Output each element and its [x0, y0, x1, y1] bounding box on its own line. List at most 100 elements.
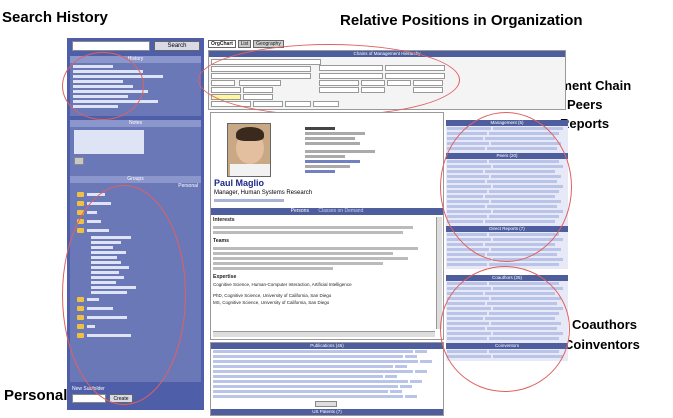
org-node[interactable]	[313, 101, 339, 107]
peer-row[interactable]	[447, 170, 567, 174]
report-row[interactable]	[447, 253, 567, 257]
coauthor-row[interactable]	[447, 337, 567, 341]
report-row[interactable]	[447, 258, 567, 262]
org-node[interactable]	[385, 65, 445, 71]
peer-row[interactable]	[447, 165, 567, 169]
group-folder[interactable]	[74, 208, 201, 217]
org-node[interactable]	[211, 80, 235, 86]
org-node[interactable]	[211, 101, 251, 107]
create-button[interactable]: Create	[109, 394, 133, 403]
org-node[interactable]	[387, 80, 411, 86]
publication-row[interactable]	[213, 385, 441, 389]
notes-textarea[interactable]	[74, 130, 144, 154]
coinventor-row[interactable]	[447, 355, 567, 359]
report-row[interactable]	[447, 233, 567, 237]
new-subfolder-input[interactable]	[72, 394, 106, 403]
report-row[interactable]	[447, 243, 567, 247]
peer-row[interactable]	[447, 160, 567, 164]
coauthor-row[interactable]	[447, 297, 567, 301]
org-node[interactable]	[413, 87, 443, 93]
publication-row[interactable]	[213, 350, 441, 354]
publication-row[interactable]	[213, 380, 441, 384]
coauthor-row[interactable]	[447, 327, 567, 331]
tab-geography[interactable]: Geography	[253, 40, 284, 48]
org-node[interactable]	[211, 73, 311, 79]
coauthor-row[interactable]	[447, 292, 567, 296]
publication-row[interactable]	[213, 360, 441, 364]
report-row[interactable]	[447, 248, 567, 252]
publication-row[interactable]	[213, 375, 441, 379]
coinventor-row[interactable]	[447, 350, 567, 354]
coauthor-row[interactable]	[447, 302, 567, 306]
org-node[interactable]	[211, 66, 311, 72]
peer-row[interactable]	[447, 180, 567, 184]
tab-orgchart[interactable]: OrgChart	[208, 40, 236, 48]
peer-row[interactable]	[447, 205, 567, 209]
publications-more-button[interactable]	[315, 401, 337, 407]
org-node-selected[interactable]	[211, 94, 241, 100]
org-node[interactable]	[361, 87, 385, 93]
coauthor-row[interactable]	[447, 317, 567, 321]
org-node[interactable]	[243, 94, 273, 100]
peer-row[interactable]	[447, 215, 567, 219]
org-node[interactable]	[385, 73, 445, 79]
publication-row[interactable]	[213, 355, 441, 359]
group-folder[interactable]	[74, 217, 201, 226]
group-folder[interactable]	[74, 322, 201, 331]
group-folder-expanded[interactable]	[74, 226, 201, 235]
coauthor-row[interactable]	[447, 312, 567, 316]
org-node[interactable]	[361, 80, 385, 86]
org-node[interactable]	[253, 101, 283, 107]
group-folder[interactable]	[74, 199, 201, 208]
manager-row[interactable]	[447, 137, 567, 141]
org-node[interactable]	[211, 59, 321, 65]
publication-row[interactable]	[213, 365, 441, 369]
org-node[interactable]	[319, 65, 383, 71]
org-node[interactable]	[319, 87, 359, 93]
peer-row[interactable]	[447, 175, 567, 179]
org-node[interactable]	[319, 80, 359, 86]
group-folder[interactable]	[74, 313, 201, 322]
org-node[interactable]	[285, 101, 311, 107]
report-row[interactable]	[447, 263, 567, 267]
coauthor-row[interactable]	[447, 332, 567, 336]
org-node[interactable]	[319, 73, 383, 79]
org-node[interactable]	[243, 87, 273, 93]
report-row[interactable]	[447, 238, 567, 242]
coauthor-row[interactable]	[447, 322, 567, 326]
group-folder[interactable]	[74, 331, 201, 340]
manager-row[interactable]	[447, 142, 567, 146]
profile-scrollbar[interactable]	[436, 217, 442, 329]
profile-hscrollbar[interactable]	[213, 331, 435, 337]
peer-row[interactable]	[447, 190, 567, 194]
peer-row[interactable]	[447, 185, 567, 189]
manager-row[interactable]	[447, 127, 567, 131]
peer-row[interactable]	[447, 210, 567, 214]
org-node[interactable]	[211, 87, 241, 93]
tab-list[interactable]: List	[237, 40, 252, 48]
publication-row[interactable]	[213, 395, 441, 399]
group-folder[interactable]	[74, 295, 201, 304]
tab-persons[interactable]: Persons	[291, 208, 309, 214]
peer-row[interactable]	[447, 200, 567, 204]
group-folder[interactable]	[74, 190, 201, 199]
search-button[interactable]: Search	[154, 41, 200, 51]
org-node[interactable]	[239, 80, 281, 86]
manager-row[interactable]	[447, 132, 567, 136]
peer-row[interactable]	[447, 195, 567, 199]
history-item[interactable]	[70, 104, 201, 109]
coauthor-row[interactable]	[447, 282, 567, 286]
publication-row[interactable]	[213, 370, 441, 374]
publication-row[interactable]	[213, 390, 441, 394]
groups-tab-personal[interactable]: Personal	[70, 183, 201, 190]
coauthor-row[interactable]	[447, 287, 567, 291]
manager-row[interactable]	[447, 147, 567, 151]
tab-classes[interactable]: Classes on Demand	[318, 208, 363, 214]
group-folder[interactable]	[74, 304, 201, 313]
org-node[interactable]	[413, 80, 443, 86]
coauthor-row[interactable]	[447, 307, 567, 311]
peer-row[interactable]	[447, 220, 567, 224]
search-input[interactable]	[72, 41, 150, 51]
notes-save-button[interactable]	[74, 157, 84, 165]
view-tabs: OrgChart List Geography	[208, 40, 308, 49]
